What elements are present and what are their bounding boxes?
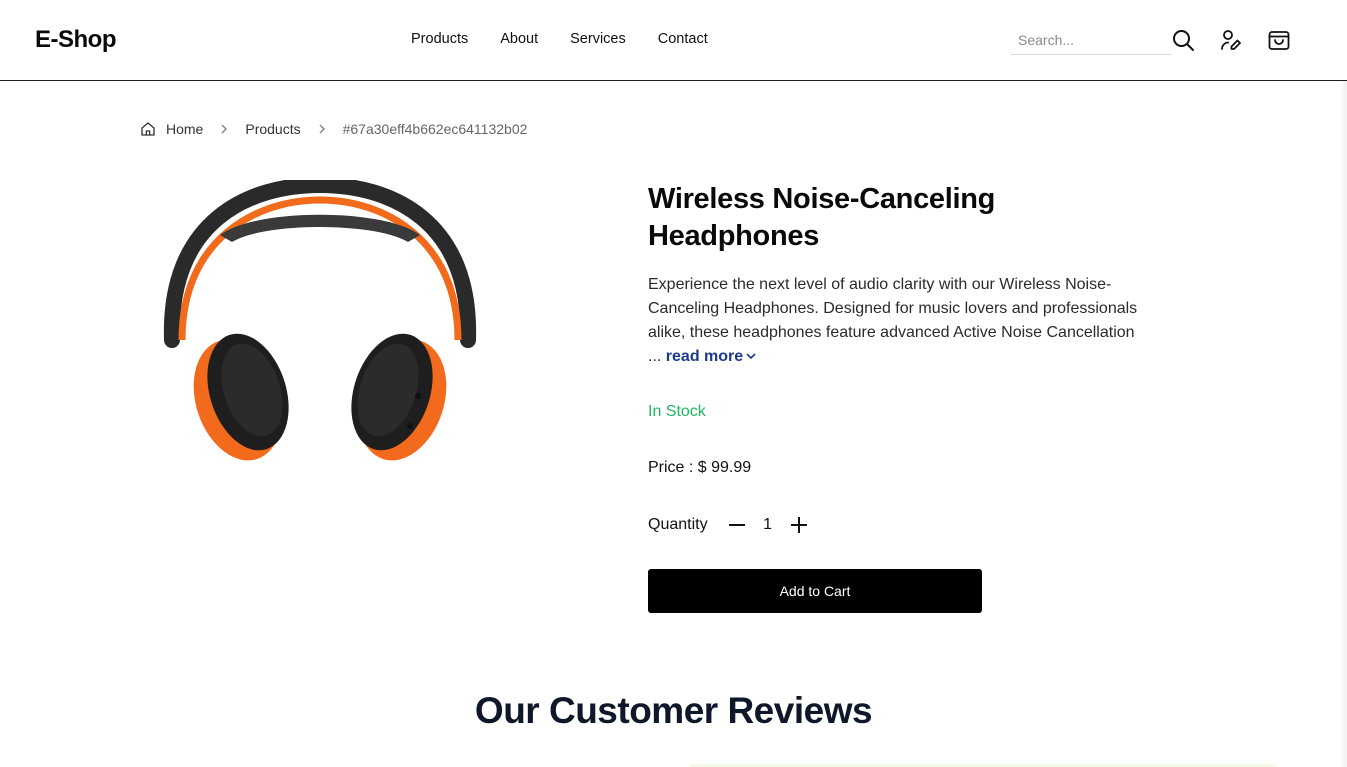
plus-icon[interactable] <box>788 514 810 536</box>
nav-services[interactable]: Services <box>570 31 626 47</box>
home-icon <box>141 122 155 136</box>
main-nav: Products About Services Contact <box>411 31 708 47</box>
product-description: Experience the next level of audio clari… <box>648 273 1138 369</box>
breadcrumb-products[interactable]: Products <box>245 121 300 137</box>
user-edit-icon[interactable] <box>1219 28 1243 52</box>
reviews-heading: Our Customer Reviews <box>474 690 873 731</box>
site-header: E-Shop Products About Services Contact <box>0 0 1347 81</box>
breadcrumb-home[interactable]: Home <box>140 121 203 137</box>
read-more-label: read more <box>665 348 744 365</box>
product-image <box>160 176 480 480</box>
quantity-stepper: Quantity 1 <box>648 514 810 536</box>
search-box <box>1011 27 1171 55</box>
site-logo[interactable]: E-Shop <box>35 26 117 54</box>
chevron-right-icon <box>219 123 229 135</box>
nav-contact[interactable]: Contact <box>658 31 708 47</box>
quantity-value: 1 <box>763 516 773 533</box>
shopping-bag-icon[interactable] <box>1267 28 1291 52</box>
breadcrumb: Home Products #67a30eff4b662ec641132b02 <box>140 121 527 137</box>
breadcrumb-home-label: Home <box>166 121 204 137</box>
quantity-label: Quantity <box>648 516 708 533</box>
nav-about[interactable]: About <box>500 31 538 47</box>
product-price: Price : $ 99.99 <box>648 459 752 476</box>
nav-products[interactable]: Products <box>411 31 468 47</box>
breadcrumb-current: #67a30eff4b662ec641132b02 <box>342 121 528 137</box>
search-input[interactable] <box>1011 27 1171 53</box>
read-more-link[interactable]: read more <box>666 348 757 365</box>
search-icon[interactable] <box>1171 28 1195 52</box>
stock-status: In Stock <box>648 403 706 420</box>
scroll-shadow <box>1339 81 1347 767</box>
chevron-down-icon <box>746 353 756 360</box>
minus-icon[interactable] <box>726 514 748 536</box>
product-title: Wireless Noise-Canceling Headphones <box>648 183 996 252</box>
add-to-cart-button[interactable]: Add to Cart <box>648 569 982 613</box>
chevron-right-icon <box>317 123 327 135</box>
